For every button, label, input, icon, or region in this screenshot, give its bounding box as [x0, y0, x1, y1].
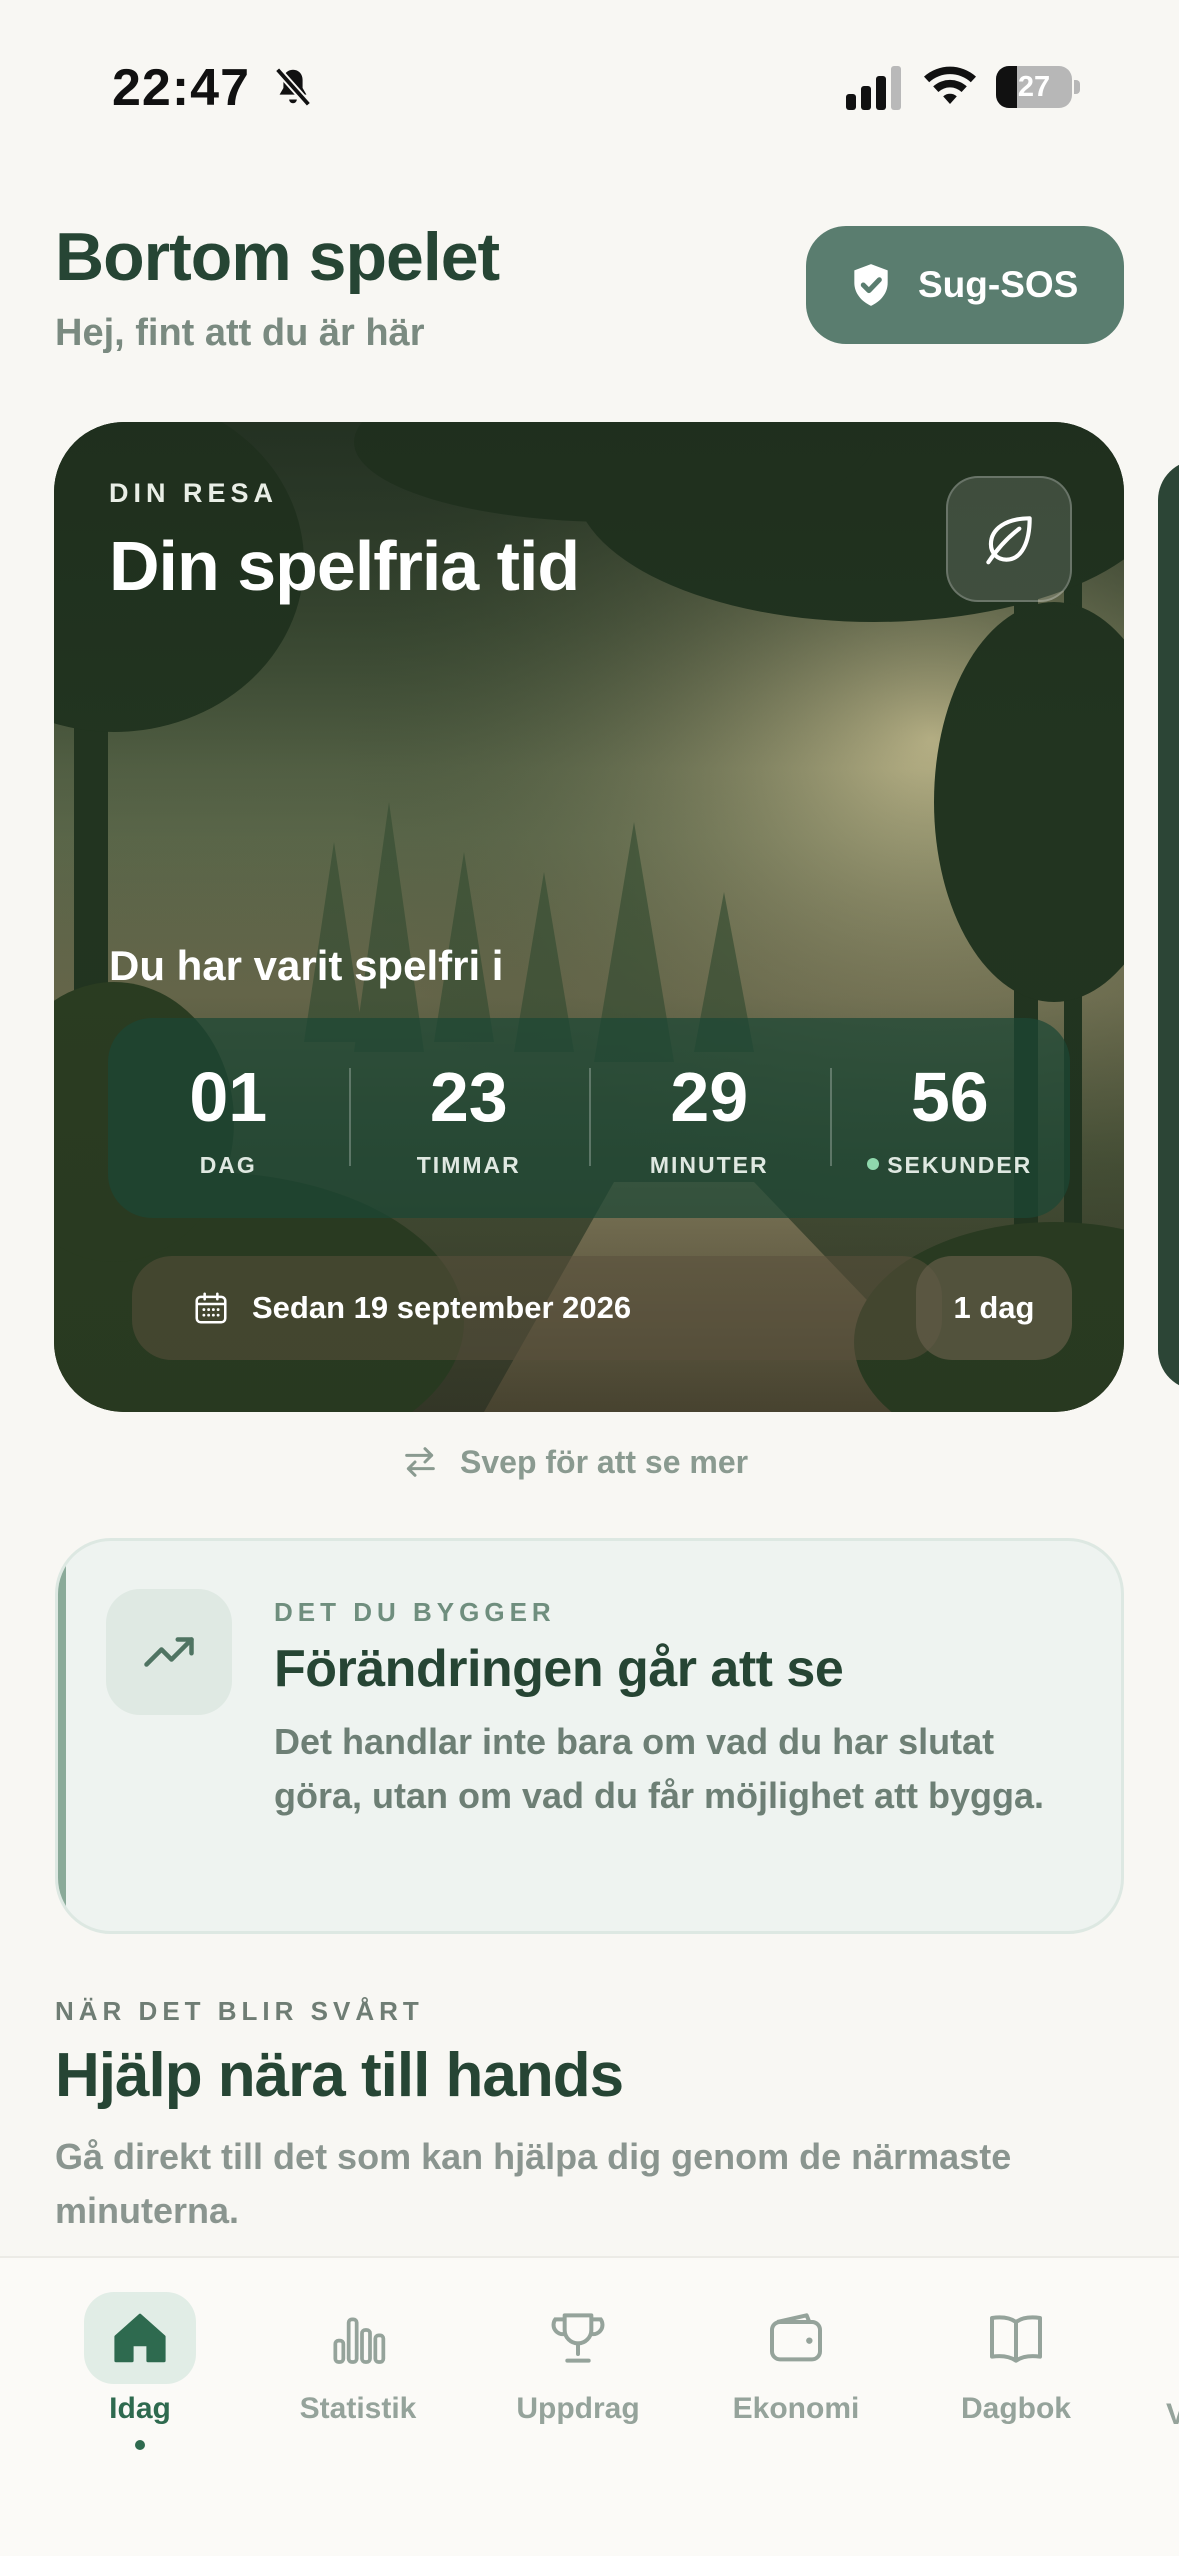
tab-ekonomi[interactable]: Ekonomi [696, 2292, 896, 2472]
sober-counter: 01 DAG 23 TIMMAR 29 MINUTER 56 SEKUNDER [108, 1018, 1070, 1218]
page-subtitle: Hej, fint att du är här [55, 312, 425, 354]
swipe-hint: Svep för att se mer [400, 1438, 748, 1486]
counter-value: 29 [670, 1058, 749, 1136]
bell-slash-icon [274, 67, 312, 107]
counter-unit: DAG [199, 1152, 257, 1178]
counter-unit: MINUTER [649, 1152, 769, 1178]
hero-lead: Du har varit spelfri i [109, 942, 504, 989]
swipe-hint-label: Svep för att se mer [460, 1443, 749, 1480]
progress-info-card[interactable]: DET DU BYGGER Förändringen går att se De… [55, 1538, 1124, 1934]
wifi-icon [924, 66, 976, 104]
tab-statistik[interactable]: Statistik [258, 2292, 458, 2472]
help-overline: NÄR DET BLIR SVÅRT [55, 1996, 424, 2026]
hero-title: Din spelfria tid [109, 527, 580, 605]
build-title: Förändringen går att se [274, 1640, 844, 1698]
tab-label: Statistik [299, 2392, 417, 2425]
trend-icon-box [106, 1589, 232, 1715]
calendar-icon [195, 1292, 227, 1324]
tab-label: Uppdrag [516, 2392, 640, 2425]
tab-uppdrag[interactable]: Uppdrag [478, 2292, 678, 2472]
build-body: Det handlar inte bara om vad du har slut… [274, 1721, 1045, 1816]
tab-bar: Idag Statistik Uppdrag Ekonomi Dagbok V [0, 2256, 1179, 2556]
trophy-icon [551, 2313, 605, 2363]
status-bar: 22:47 27 [0, 0, 1179, 160]
since-date-pill: Sedan 19 september 2026 [132, 1256, 942, 1360]
counter-unit: SEKUNDER [887, 1152, 1033, 1178]
tab-label: Ekonomi [732, 2392, 860, 2425]
active-tab-indicator [135, 2440, 145, 2450]
home-icon [114, 2313, 166, 2363]
tab-dagbok[interactable]: Dagbok [916, 2292, 1116, 2472]
page-title: Bortom spelet [55, 219, 500, 295]
counter-days: 01 DAG [108, 1018, 349, 1218]
help-body: Gå direkt till det som kan hjälpa dig ge… [55, 2136, 1012, 2231]
wallet-icon [770, 2313, 822, 2362]
next-card-peek[interactable] [1158, 460, 1179, 1390]
tab-idag[interactable]: Idag [40, 2292, 240, 2472]
swap-arrows-icon [405, 1447, 435, 1477]
trend-up-icon [144, 1637, 194, 1667]
leaf-icon [986, 516, 1032, 565]
counter-value: 56 [910, 1058, 989, 1136]
counter-minutes: 29 MINUTER [589, 1018, 830, 1218]
cellular-signal-icon [846, 66, 901, 110]
live-dot-icon [867, 1157, 880, 1170]
leaf-button[interactable] [946, 476, 1072, 602]
battery-level: 27 [1017, 71, 1051, 103]
sos-label: Sug-SOS [918, 264, 1079, 305]
counter-seconds: 56 SEKUNDER [829, 1018, 1071, 1218]
sober-time-card[interactable]: DIN RESA Din spelfria tid Du har varit s… [54, 422, 1124, 1412]
help-title: Hjälp nära till hands [55, 2041, 624, 2110]
tab-label: Idag [109, 2392, 171, 2425]
sos-button[interactable]: Sug-SOS [806, 226, 1124, 344]
book-icon [990, 2315, 1042, 2363]
counter-unit-row: SEKUNDER [830, 1152, 1071, 1179]
battery-icon: 27 [996, 66, 1080, 108]
hero-overline: DIN RESA [109, 478, 279, 508]
tab-overflow-label[interactable]: V [1166, 2398, 1179, 2438]
card-accent-bar [58, 1541, 66, 1931]
build-overline: DET DU BYGGER [274, 1597, 556, 1627]
tab-label: Dagbok [960, 2392, 1071, 2425]
counter-value: 23 [429, 1058, 508, 1136]
since-date-text: Sedan 19 september 2026 [252, 1290, 632, 1325]
counter-value: 01 [189, 1058, 268, 1136]
counter-unit: TIMMAR [416, 1152, 521, 1178]
counter-hours: 23 TIMMAR [348, 1018, 590, 1218]
days-badge: 1 dag [916, 1256, 1072, 1360]
bar-chart-icon [333, 2317, 386, 2364]
status-time: 22:47 [112, 59, 250, 117]
shield-check-icon [854, 264, 888, 306]
